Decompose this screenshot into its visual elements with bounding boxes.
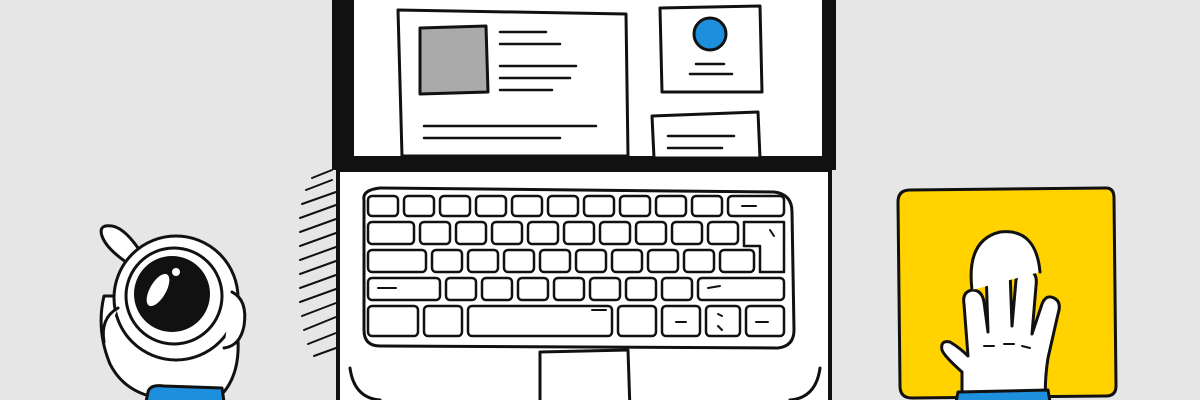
sleeve (144, 384, 226, 400)
desk-illustration (0, 0, 1200, 400)
sleeve (954, 388, 1052, 400)
avatar-icon (692, 16, 728, 52)
trackpad (538, 348, 632, 400)
illustration-canvas (99, 0, 1118, 400)
sticky-note-group (896, 186, 1118, 400)
image-placeholder-icon (418, 24, 490, 96)
laptop-icon (299, 0, 836, 400)
laptop-screen (332, 0, 836, 170)
laptop-shadow-hatching (299, 169, 337, 357)
coffee-icon (134, 256, 210, 332)
spacebar-key (466, 304, 614, 338)
screen-profile-card (658, 4, 764, 94)
screen-article-card (396, 8, 630, 158)
laptop-base (336, 168, 832, 400)
coffee-cup-group (99, 224, 247, 400)
screen-note-card (650, 110, 762, 160)
